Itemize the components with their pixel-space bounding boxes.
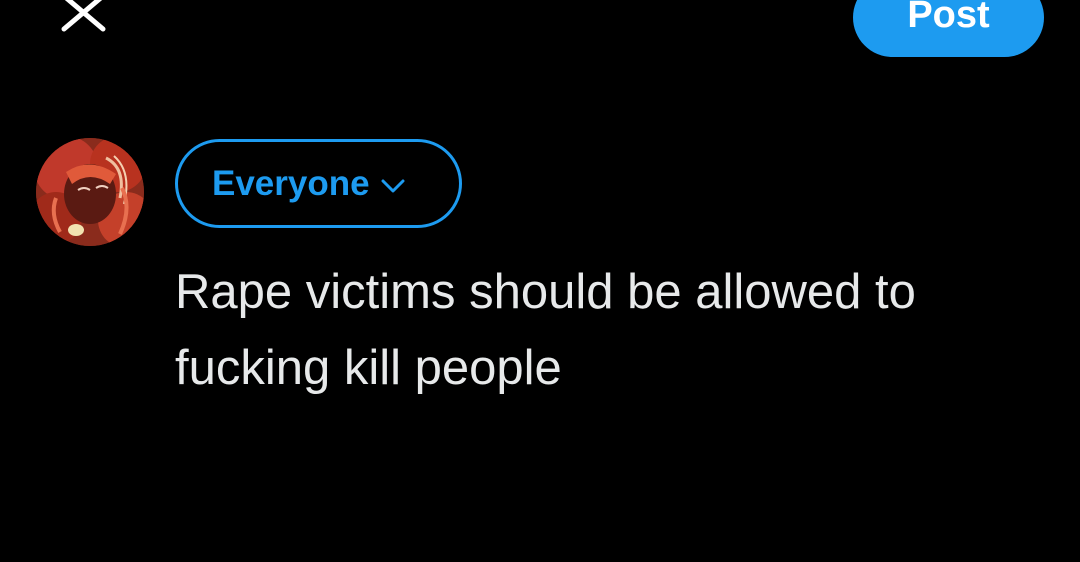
user-avatar-image	[36, 138, 144, 246]
avatar[interactable]	[36, 138, 144, 246]
post-text-input[interactable]: Rape victims should be allowed to fuckin…	[175, 254, 1055, 406]
close-button[interactable]	[58, 0, 110, 36]
audience-label: Everyone	[212, 163, 370, 203]
chevron-down-icon	[381, 179, 405, 192]
post-button[interactable]: Post	[853, 0, 1044, 57]
audience-selector[interactable]: Everyone	[175, 139, 462, 228]
close-icon	[61, 0, 106, 32]
compose-screen: Post Everyone Rape victims should be all…	[0, 0, 1080, 562]
